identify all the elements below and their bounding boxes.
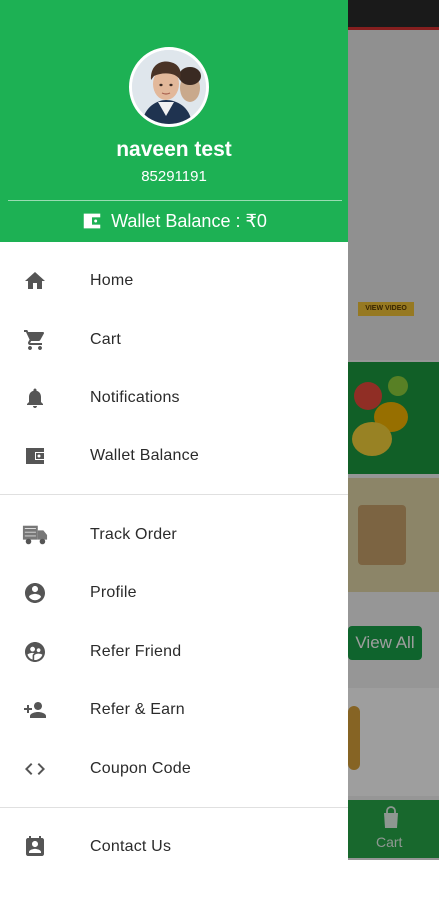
account-circle-icon — [22, 580, 48, 606]
header-divider — [8, 200, 342, 201]
menu-item-cart[interactable]: Cart — [0, 316, 348, 364]
drawer-scrim[interactable] — [348, 0, 439, 860]
menu-label: Refer & Earn — [90, 701, 185, 718]
menu-label: Wallet Balance — [90, 447, 199, 464]
wallet-balance-header[interactable]: Wallet Balance : ₹0 — [0, 206, 348, 236]
menu-item-coupon-code[interactable]: Coupon Code — [0, 745, 348, 793]
person-add-icon — [22, 697, 48, 723]
menu-label: Home — [90, 272, 134, 289]
menu-item-wallet-balance[interactable]: Wallet Balance — [0, 432, 348, 480]
menu-label: Cart — [90, 331, 122, 348]
menu-item-profile[interactable]: Profile — [0, 569, 348, 617]
cart-icon — [22, 327, 48, 353]
menu-item-refer-friend[interactable]: Refer Friend — [0, 628, 348, 676]
delivery-truck-icon — [22, 522, 48, 548]
menu-label: Notifications — [90, 389, 180, 406]
menu-label: Profile — [90, 584, 137, 601]
navigation-drawer: naveen test 85291191 Wallet Balance : ₹0… — [0, 0, 348, 900]
menu-label: Coupon Code — [90, 760, 191, 777]
menu-label: Contact Us — [90, 838, 172, 855]
user-name: naveen test — [116, 138, 232, 161]
avatar[interactable] — [129, 47, 209, 127]
menu-label: Track Order — [90, 526, 177, 543]
people-circle-icon — [22, 639, 48, 665]
menu-item-contact-us[interactable]: Contact Us — [0, 823, 348, 871]
menu-divider — [0, 494, 348, 495]
wallet-icon — [22, 443, 48, 469]
home-icon — [22, 268, 48, 294]
wallet-balance-label: Wallet Balance : ₹0 — [111, 210, 267, 231]
bell-icon — [22, 385, 48, 411]
drawer-header: naveen test 85291191 Wallet Balance : ₹0 — [0, 0, 348, 242]
menu-divider — [0, 807, 348, 808]
menu-item-home[interactable]: Home — [0, 257, 348, 305]
menu-item-track-order[interactable]: Track Order — [0, 511, 348, 559]
menu-item-notifications[interactable]: Notifications — [0, 374, 348, 422]
menu-item-refer-earn[interactable]: Refer & Earn — [0, 686, 348, 734]
wallet-icon — [81, 210, 103, 232]
menu-label: Refer Friend — [90, 643, 182, 660]
code-brackets-icon — [22, 756, 48, 782]
contact-calendar-icon — [22, 834, 48, 860]
user-phone: 85291191 — [141, 168, 207, 185]
